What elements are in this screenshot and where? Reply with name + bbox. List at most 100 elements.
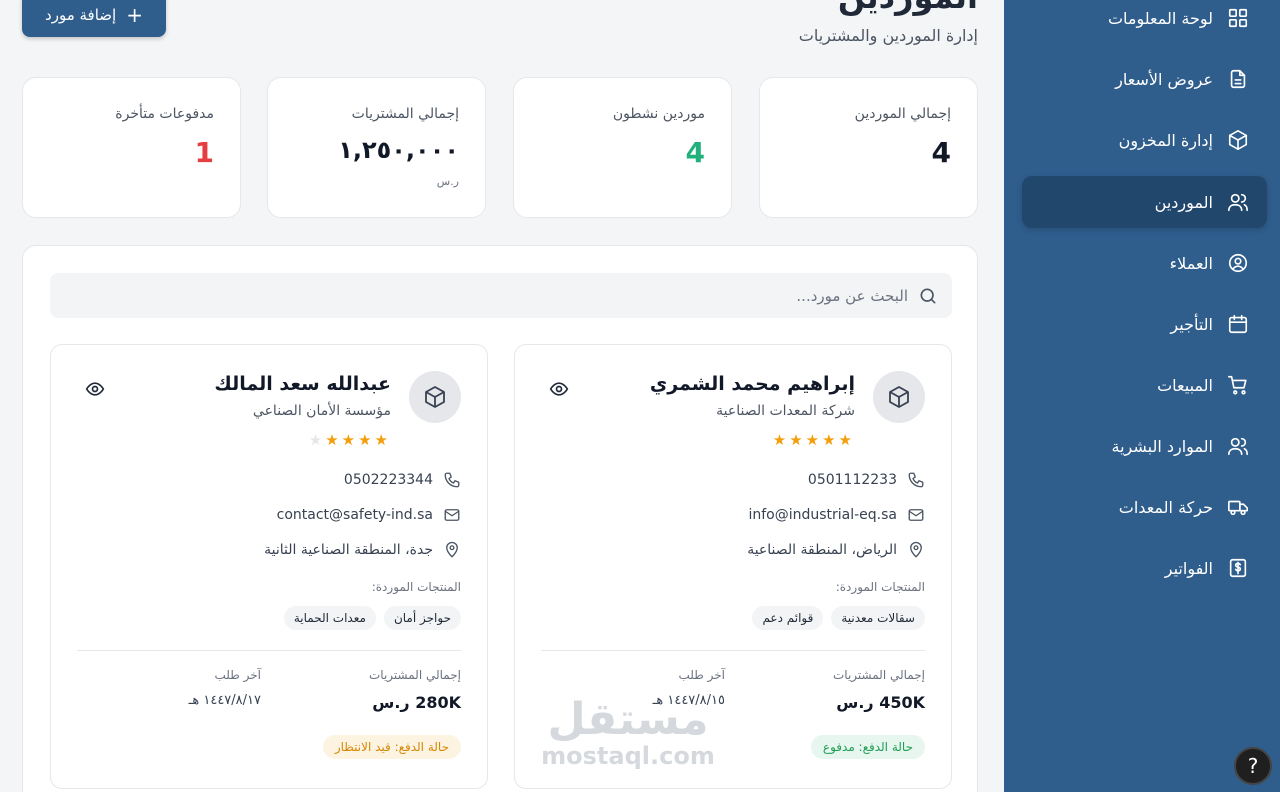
search-input[interactable] [108, 286, 908, 305]
box-icon [409, 371, 461, 423]
email-row: contact@safety-ind.sa [277, 506, 461, 524]
product-chip: قوائم دعم [752, 606, 824, 630]
email-row: info@industrial-eq.sa [748, 506, 925, 524]
stat-value: 1 [194, 136, 214, 169]
stat-label: إجمالي المشتريات [351, 106, 459, 122]
users-icon [1227, 435, 1249, 457]
stat-card-total-purchases: إجمالي المشتريات ١,٢٥٠,٠٠٠ ر.س [267, 77, 486, 218]
last-order-label: آخر طلب [678, 668, 726, 682]
stat-card-total-suppliers: إجمالي الموردين 4 [759, 77, 978, 218]
sidebar-item-label: حركة المعدات [1118, 497, 1213, 517]
document-icon [1227, 68, 1249, 90]
total-purchases-label: إجمالي المشتريات [833, 668, 925, 682]
sidebar-item-rental[interactable]: التأجير [1022, 298, 1267, 350]
product-chip: سقالات معدنية [831, 606, 925, 630]
supplier-company: مؤسسة الأمان الصناعي [252, 403, 391, 419]
products-label: المنتجات الموردة: [371, 580, 461, 594]
total-purchases-value: 450K ر.س [836, 693, 925, 712]
users-icon [1227, 191, 1249, 213]
sidebar-item-label: العملاء [1169, 253, 1213, 273]
sidebar-item-dashboard[interactable]: لوحة المعلومات [1022, 0, 1267, 44]
help-button[interactable]: ? [1234, 747, 1272, 785]
plus-icon: + [126, 2, 143, 27]
payment-status-badge: حالة الدفع: قيد الانتظار [322, 735, 461, 759]
payment-status-badge: حالة الدفع: مدفوع [810, 735, 925, 759]
page-title: الموردين [838, 0, 978, 16]
sidebar-item-label: لوحة المعلومات [1107, 8, 1213, 28]
user-circle-icon [1227, 252, 1249, 274]
sidebar-item-label: الموارد البشرية [1111, 436, 1214, 456]
page-subtitle: إدارة الموردين والمشتريات [798, 26, 978, 45]
dollar-icon [1227, 557, 1249, 579]
phone-row: 0502223344 [344, 471, 461, 489]
supplier-address: جدة، المنطقة الصناعية الثانية [264, 542, 433, 558]
sidebar-item-sales[interactable]: المبيعات [1022, 359, 1267, 411]
last-order-label: آخر طلب [214, 668, 262, 682]
supplier-email: info@industrial-eq.sa [748, 507, 897, 523]
search-icon [920, 288, 936, 303]
phone-row: 0501112233 [808, 471, 925, 489]
stat-value: 4 [931, 136, 951, 169]
location-pin-icon [446, 541, 458, 558]
products-list: سقالات معدنية قوائم دعم [752, 606, 925, 630]
stat-card-active-suppliers: موردين نشطون 4 [513, 77, 732, 218]
supplier-phone: 0501112233 [807, 472, 897, 488]
cart-icon [1227, 374, 1249, 396]
truck-icon [1227, 496, 1249, 518]
address-row: جدة، المنطقة الصناعية الثانية [264, 541, 461, 559]
product-chip: معدات الحماية [283, 606, 376, 630]
sidebar-item-customers[interactable]: العملاء [1022, 237, 1267, 289]
mail-icon [444, 509, 460, 521]
sidebar-item-label: الموردين [1154, 192, 1213, 212]
last-order-value: ١٤٤٧/٨/١٧ هـ [188, 693, 261, 708]
sidebar-item-equipment[interactable]: حركة المعدات [1022, 481, 1267, 533]
supplier-name: عبدالله سعد المالك [214, 373, 391, 395]
supplier-name: إبراهيم محمد الشمري [649, 373, 855, 395]
mail-icon [908, 509, 924, 521]
search-bar[interactable] [50, 273, 952, 318]
products-label: المنتجات الموردة: [835, 580, 925, 594]
sidebar-item-label: التأجير [1170, 314, 1213, 334]
watermark: مستقل mostaql.com [538, 694, 718, 770]
supplier-phone: 0502223344 [343, 472, 433, 488]
eye-icon[interactable] [549, 379, 569, 399]
box-icon [1227, 129, 1249, 151]
sidebar-item-hr[interactable]: الموارد البشرية [1022, 420, 1267, 472]
sidebar-item-suppliers[interactable]: الموردين [1022, 176, 1267, 228]
sidebar-item-label: المبيعات [1157, 375, 1213, 395]
location-pin-icon [910, 541, 922, 558]
stat-value: ١,٢٥٠,٠٠٠ [338, 136, 459, 164]
rating-stars: ★★★★★ [308, 431, 391, 449]
add-supplier-label: إضافة مورد [45, 5, 117, 24]
sidebar-item-quotes[interactable]: عروض الأسعار [1022, 53, 1267, 105]
divider [541, 650, 925, 651]
divider [77, 650, 461, 651]
sidebar-item-label: الفواتير [1164, 558, 1213, 578]
stat-unit: ر.س [436, 175, 459, 188]
phone-icon [908, 472, 924, 488]
supplier-company: شركة المعدات الصناعية [716, 403, 855, 419]
product-chip: حواجز أمان [383, 606, 461, 630]
add-supplier-button[interactable]: + إضافة مورد [22, 0, 166, 37]
eye-icon[interactable] [85, 379, 105, 399]
address-row: الرياض، المنطقة الصناعية [747, 541, 925, 559]
watermark-arabic: مستقل [547, 694, 709, 745]
supplier-card: عبدالله سعد المالك مؤسسة الأمان الصناعي … [50, 344, 488, 789]
supplier-address: الرياض، المنطقة الصناعية [747, 542, 897, 558]
calendar-icon [1227, 313, 1249, 335]
total-purchases-label: إجمالي المشتريات [369, 668, 461, 682]
suppliers-panel: إبراهيم محمد الشمري شركة المعدات الصناعي… [22, 245, 978, 792]
sidebar-item-invoices[interactable]: الفواتير [1022, 542, 1267, 594]
total-purchases-value: 280K ر.س [372, 693, 461, 712]
stat-label: موردين نشطون [612, 106, 705, 122]
supplier-email: contact@safety-ind.sa [276, 507, 433, 523]
watermark-latin: mostaql.com [541, 742, 715, 770]
products-list: حواجز أمان معدات الحماية [283, 606, 461, 630]
sidebar-item-label: عروض الأسعار [1115, 69, 1213, 89]
stat-label: مدفوعات متأخرة [115, 106, 214, 122]
rating-stars: ★★★★★ [772, 431, 855, 449]
phone-icon [444, 472, 460, 488]
stat-value: 4 [685, 136, 705, 169]
sidebar-item-inventory[interactable]: إدارة المخزون [1022, 114, 1267, 166]
dashboard-icon [1227, 7, 1249, 29]
